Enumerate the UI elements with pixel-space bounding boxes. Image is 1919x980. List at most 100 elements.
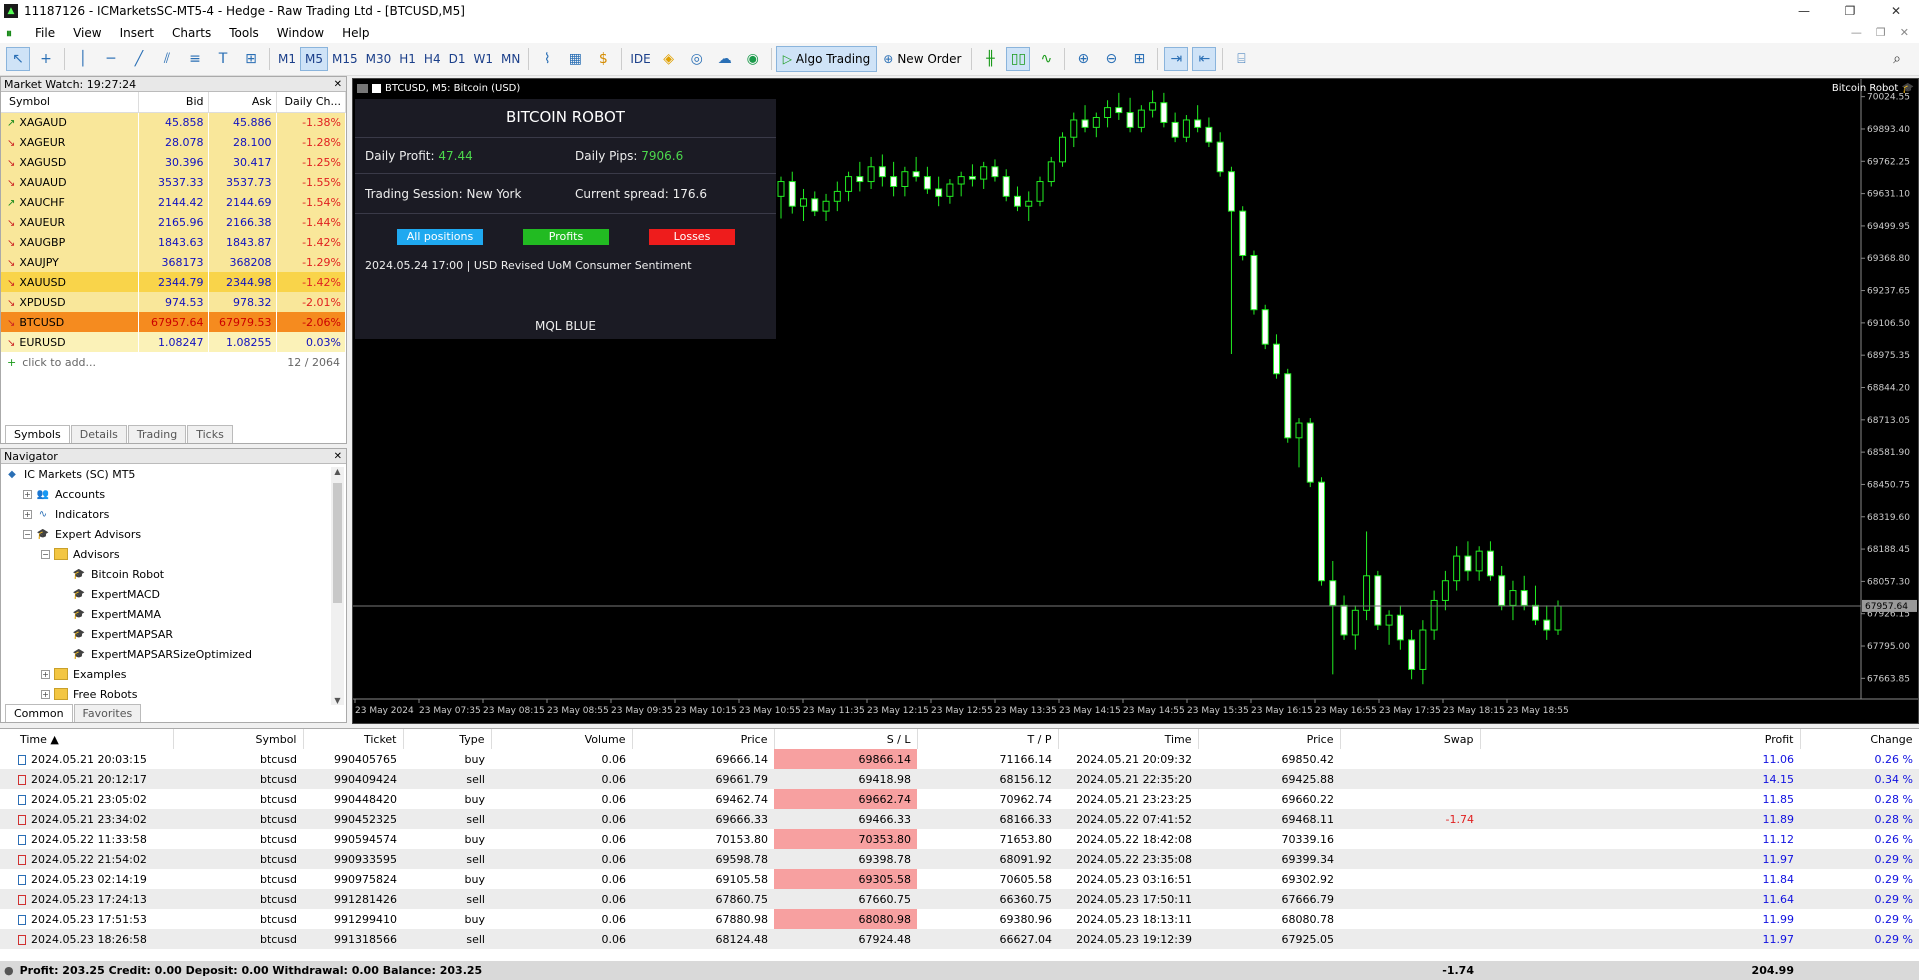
- market-watch-row[interactable]: ↘ BTCUSD 67957.64 67979.53 -2.06%: [1, 312, 346, 332]
- close-icon[interactable]: ✕: [334, 451, 342, 462]
- navigator-item[interactable]: 🎓 Bitcoin Robot: [1, 564, 346, 584]
- timeframe-h1[interactable]: H1: [395, 47, 420, 71]
- timeframe-m1[interactable]: M1: [274, 47, 300, 71]
- expand-icon[interactable]: +: [23, 509, 32, 519]
- history-column[interactable]: Symbol: [173, 729, 304, 749]
- maximize-button[interactable]: ❐: [1827, 4, 1873, 18]
- child-minimize-icon[interactable]: —: [1851, 26, 1862, 39]
- navigator-scrollbar[interactable]: ▲ ▼: [331, 467, 344, 705]
- navigator-item[interactable]: + Examples: [1, 664, 346, 684]
- history-row[interactable]: 2024.05.23 18:26:58 btcusd 991318566 sell 0.…: [0, 929, 1919, 949]
- history-column[interactable]: Ticket: [303, 729, 404, 749]
- line-chart-icon[interactable]: ∿: [1034, 47, 1058, 71]
- history-row[interactable]: 2024.05.23 17:24:13 btcusd 991281426 sell 0.…: [0, 889, 1919, 909]
- market-watch-row[interactable]: ↗ XAGAUD 45.858 45.886 -1.38%: [1, 112, 346, 132]
- ide-button[interactable]: IDE: [626, 47, 654, 71]
- vertical-line-icon[interactable]: │: [71, 47, 95, 71]
- navigator-item[interactable]: 🎓 ExpertMAPSAR: [1, 624, 346, 644]
- timeframe-m15[interactable]: M15: [328, 47, 362, 71]
- history-row[interactable]: 2024.05.21 20:03:15 btcusd 990405765 buy 0.0…: [0, 749, 1919, 769]
- minimize-button[interactable]: —: [1781, 4, 1827, 18]
- child-restore-icon[interactable]: ❐: [1876, 26, 1886, 39]
- tile-windows-icon[interactable]: ⊞: [1127, 47, 1151, 71]
- market-watch-row[interactable]: ↘ XAUJPY 368173 368208 -1.29%: [1, 252, 346, 272]
- scroll-thumb[interactable]: [333, 483, 342, 603]
- navigator-item[interactable]: + ∿ Indicators: [1, 504, 346, 524]
- trendline-icon[interactable]: ╱: [127, 47, 151, 71]
- history-column[interactable]: Time ▲: [0, 729, 174, 749]
- tab-ticks[interactable]: Ticks: [187, 425, 233, 443]
- zoom-in-icon[interactable]: ⊕: [1071, 47, 1095, 71]
- tab-common[interactable]: Common: [5, 704, 73, 722]
- algo-trading-button[interactable]: ▷ Algo Trading: [775, 46, 878, 72]
- all-positions-button[interactable]: All positions: [397, 229, 483, 245]
- menu-file[interactable]: File: [26, 26, 64, 40]
- cursor-icon[interactable]: ↖: [6, 47, 30, 71]
- community-icon[interactable]: ◉: [741, 47, 765, 71]
- navigator-item[interactable]: + Free Robots: [1, 684, 346, 704]
- history-row[interactable]: 2024.05.21 20:12:17 btcusd 990409424 sell 0.…: [0, 769, 1919, 789]
- market-watch-row[interactable]: ↘ XAUGBP 1843.63 1843.87 -1.42%: [1, 232, 346, 252]
- candlestick-icon[interactable]: ▯▯: [1006, 47, 1031, 71]
- close-icon[interactable]: ✕: [334, 79, 342, 90]
- timeframe-m5[interactable]: M5: [300, 47, 328, 71]
- history-row[interactable]: 2024.05.23 02:14:19 btcusd 990975824 buy 0.0…: [0, 869, 1919, 889]
- navigator-item[interactable]: 🎓 ExpertMAMA: [1, 604, 346, 624]
- market-watch-row[interactable]: ↘ XAUAUD 3537.33 3537.73 -1.55%: [1, 172, 346, 192]
- market-watch-row[interactable]: ↗ XAUCHF 2144.42 2144.69 -1.54%: [1, 192, 346, 212]
- chart-window[interactable]: 70024.55 69893.40 69762.25 69631.10 69499.95…: [352, 78, 1919, 724]
- timeframe-m30[interactable]: M30: [362, 47, 396, 71]
- market-watch-row[interactable]: ↘ XAUEUR 2165.96 2166.38 -1.44%: [1, 212, 346, 232]
- market-bag-icon[interactable]: ◈: [657, 47, 681, 71]
- history-column[interactable]: Swap: [1340, 729, 1481, 749]
- timeframe-mn[interactable]: MN: [497, 47, 524, 71]
- chart-shift-icon[interactable]: ⇤: [1192, 47, 1217, 71]
- history-column[interactable]: Time: [1058, 729, 1199, 749]
- indicators-icon[interactable]: ⌇: [535, 47, 559, 71]
- tab-symbols[interactable]: Symbols: [5, 425, 70, 443]
- text-icon[interactable]: T: [211, 47, 235, 71]
- dollar-icon[interactable]: $: [591, 47, 615, 71]
- child-close-icon[interactable]: ✕: [1900, 26, 1909, 39]
- market-watch-row[interactable]: ↘ XAGUSD 30.396 30.417 -1.25%: [1, 152, 346, 172]
- scroll-up-icon[interactable]: ▲: [331, 467, 344, 476]
- vps-cloud-icon[interactable]: ☁: [713, 47, 737, 71]
- crosshair-icon[interactable]: +: [34, 47, 58, 71]
- auto-scroll-icon[interactable]: ⇥: [1164, 47, 1189, 71]
- history-column[interactable]: Type: [403, 729, 492, 749]
- column-symbol[interactable]: Symbol: [1, 92, 139, 113]
- navigator-item[interactable]: ◆ IC Markets (SC) MT5: [1, 464, 346, 484]
- history-column[interactable]: Price: [1198, 729, 1341, 749]
- navigator-item[interactable]: 🎓 ExpertMACD: [1, 584, 346, 604]
- menu-tools[interactable]: Tools: [220, 26, 268, 40]
- shapes-icon[interactable]: ⊞: [239, 47, 263, 71]
- history-row[interactable]: 2024.05.22 11:33:58 btcusd 990594574 buy 0.0…: [0, 829, 1919, 849]
- history-column[interactable]: Profit: [1480, 729, 1801, 749]
- market-watch-row[interactable]: ↘ XAUUSD 2344.79 2344.98 -1.42%: [1, 272, 346, 292]
- expand-icon[interactable]: +: [23, 489, 32, 499]
- history-column[interactable]: S / L: [774, 729, 918, 749]
- fibonacci-icon[interactable]: ≡: [183, 47, 207, 71]
- history-column[interactable]: T / P: [917, 729, 1059, 749]
- menu-charts[interactable]: Charts: [163, 26, 220, 40]
- expand-icon[interactable]: +: [41, 689, 50, 699]
- menu-help[interactable]: Help: [333, 26, 378, 40]
- timeframe-d1[interactable]: D1: [445, 47, 470, 71]
- profits-button[interactable]: Profits: [523, 229, 609, 245]
- navigator-item[interactable]: + 👥 Accounts: [1, 484, 346, 504]
- bar-chart-icon[interactable]: ╫: [978, 47, 1002, 71]
- history-column[interactable]: Volume: [491, 729, 633, 749]
- scroll-down-icon[interactable]: ▼: [331, 696, 344, 705]
- history-row[interactable]: 2024.05.21 23:05:02 btcusd 990448420 buy 0.0…: [0, 789, 1919, 809]
- new-order-button[interactable]: ⊕ New Order: [877, 46, 967, 72]
- expand-icon[interactable]: +: [41, 669, 50, 679]
- navigator-item[interactable]: − 🎓 Expert Advisors: [1, 524, 346, 544]
- search-icon[interactable]: ⌕: [1885, 47, 1909, 71]
- signals-icon[interactable]: ◎: [685, 47, 709, 71]
- timeframe-w1[interactable]: W1: [469, 47, 497, 71]
- menu-insert[interactable]: Insert: [111, 26, 163, 40]
- horizontal-line-icon[interactable]: ─: [99, 47, 123, 71]
- add-symbol-row[interactable]: + click to add... 12 / 2064: [1, 352, 346, 372]
- screenshot-icon[interactable]: ⌸: [1229, 47, 1253, 71]
- close-button[interactable]: ✕: [1873, 4, 1919, 18]
